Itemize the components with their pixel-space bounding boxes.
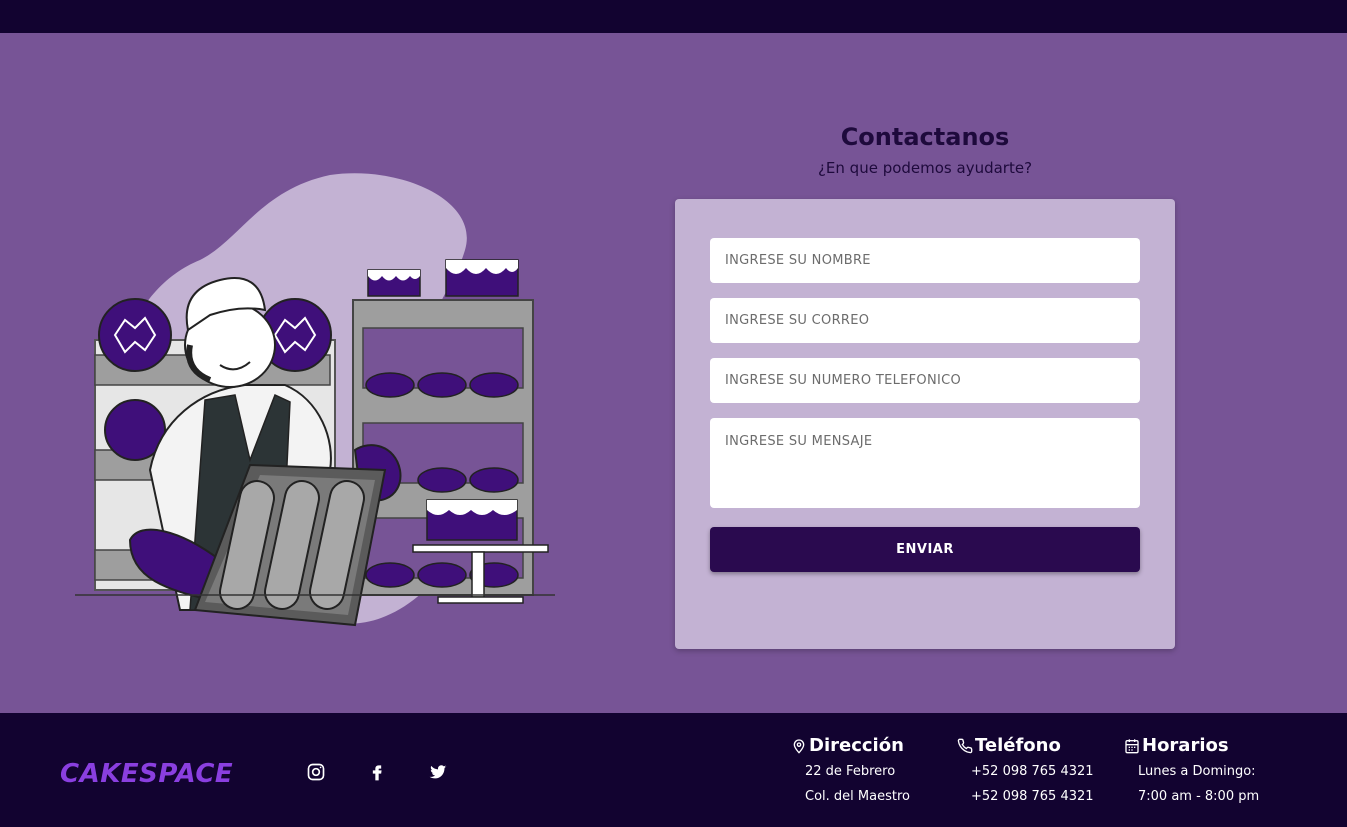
address-block: Dirección 22 de Febrero Col. del Maestro	[791, 735, 910, 804]
contact-subtitle: ¿En que podemos ayudarte?	[817, 159, 1033, 177]
phone-block: Teléfono +52 098 765 4321 +52 098 765 43…	[957, 735, 1094, 804]
facebook-icon[interactable]	[366, 761, 388, 783]
phone-icon	[957, 738, 973, 753]
baker-illustration	[75, 173, 555, 627]
phone-input[interactable]	[710, 358, 1140, 403]
address-title: Dirección	[809, 735, 904, 756]
send-button[interactable]: ENVIAR	[710, 527, 1140, 572]
map-pin-icon	[793, 738, 805, 754]
hours-line: 7:00 am - 8:00 pm	[1138, 789, 1260, 804]
hours-line: Lunes a Domingo:	[1138, 764, 1256, 779]
address-line: 22 de Febrero	[805, 764, 896, 779]
hours-block: Horarios Lunes a Domingo: 7:00 am - 8:00…	[1124, 735, 1259, 804]
address-line: Col. del Maestro	[805, 789, 910, 804]
message-input[interactable]	[710, 418, 1140, 508]
twitter-icon[interactable]	[427, 761, 449, 783]
footer: CAKESPACE Dirección 22 de Febrero Col. d…	[0, 713, 1347, 827]
hours-title: Horarios	[1142, 735, 1229, 756]
email-input[interactable]	[710, 298, 1140, 343]
top-bar	[0, 0, 1347, 33]
brand-logo[interactable]: CAKESPACE	[60, 759, 233, 789]
instagram-icon[interactable]	[305, 761, 327, 783]
name-input[interactable]	[710, 238, 1140, 283]
phone-line[interactable]: +52 098 765 4321	[957, 789, 1094, 804]
contact-title: Contactanos	[840, 123, 1010, 151]
contact-form: ENVIAR	[675, 199, 1175, 649]
calendar-icon	[1125, 738, 1139, 753]
phone-line[interactable]: +52 098 765 4321	[957, 764, 1094, 779]
phone-title: Teléfono	[975, 735, 1061, 756]
